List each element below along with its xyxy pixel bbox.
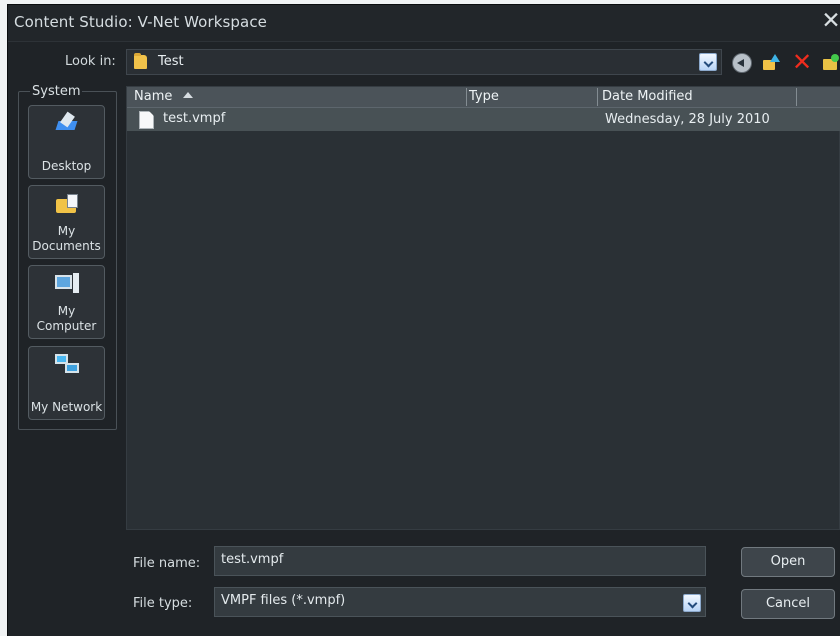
place-my-network[interactable]: My Network — [28, 346, 105, 420]
file-type-dropdown[interactable]: VMPF files (*.vmpf) — [214, 587, 706, 617]
file-type-label: File type: — [133, 596, 193, 611]
dropdown-arrow-icon[interactable] — [699, 53, 717, 71]
place-my-computer[interactable]: My Computer — [28, 265, 105, 339]
dropdown-arrow-icon[interactable] — [683, 594, 701, 612]
place-label-my-network: My Network — [30, 400, 103, 414]
desktop-icon — [55, 111, 80, 135]
column-header-type[interactable]: Type — [469, 89, 593, 107]
file-type-value: VMPF files (*.vmpf) — [221, 593, 346, 608]
look-in-value: Test — [158, 54, 184, 69]
place-desktop[interactable]: Desktop — [28, 105, 105, 179]
column-separator[interactable] — [597, 88, 598, 106]
folder-icon — [134, 53, 147, 69]
dialog-title: Content Studio: V-Net Workspace — [14, 13, 268, 31]
look-in-dropdown[interactable]: Test — [126, 49, 722, 75]
file-list-header: Name Type Date Modified — [127, 87, 840, 108]
column-header-date-modified[interactable]: Date Modified — [602, 89, 797, 107]
place-label-desktop: Desktop — [41, 159, 92, 173]
place-label-my-computer: My Computer — [36, 304, 97, 333]
documents-icon — [55, 191, 80, 215]
cancel-button[interactable]: Cancel — [741, 589, 835, 619]
open-button[interactable]: Open — [741, 547, 835, 577]
file-row[interactable]: test.vmpf Wednesday, 28 July 2010 — [127, 108, 840, 131]
place-my-documents[interactable]: My Documents — [28, 185, 105, 259]
up-folder-icon[interactable] — [760, 53, 780, 73]
places-group-label: System — [30, 84, 83, 99]
new-folder-icon[interactable] — [820, 53, 840, 73]
file-name-cell: test.vmpf — [163, 111, 226, 126]
system-places-group: System Desktop My Documents My Computer … — [18, 84, 117, 430]
file-list[interactable]: Name Type Date Modified test.vmpf Wednes… — [126, 86, 840, 530]
computer-icon — [55, 271, 80, 295]
close-button[interactable]: ✕ — [820, 9, 840, 33]
place-label-my-documents: My Documents — [32, 224, 101, 253]
title-bar: Content Studio: V-Net Workspace ✕ — [8, 5, 840, 42]
delete-icon[interactable]: ✕ — [792, 50, 812, 74]
look-in-label: Look in: — [65, 54, 116, 69]
document-file-icon — [139, 111, 154, 129]
date-modified-cell: Wednesday, 28 July 2010 — [605, 112, 770, 127]
column-separator[interactable] — [796, 88, 797, 106]
column-separator[interactable] — [466, 88, 467, 106]
file-name-label: File name: — [133, 556, 201, 571]
back-icon[interactable] — [732, 53, 752, 73]
sort-ascending-icon — [183, 92, 193, 98]
network-icon — [55, 352, 80, 376]
file-open-dialog: Content Studio: V-Net Workspace ✕ Look i… — [8, 5, 840, 636]
file-name-input[interactable]: test.vmpf — [214, 546, 706, 576]
